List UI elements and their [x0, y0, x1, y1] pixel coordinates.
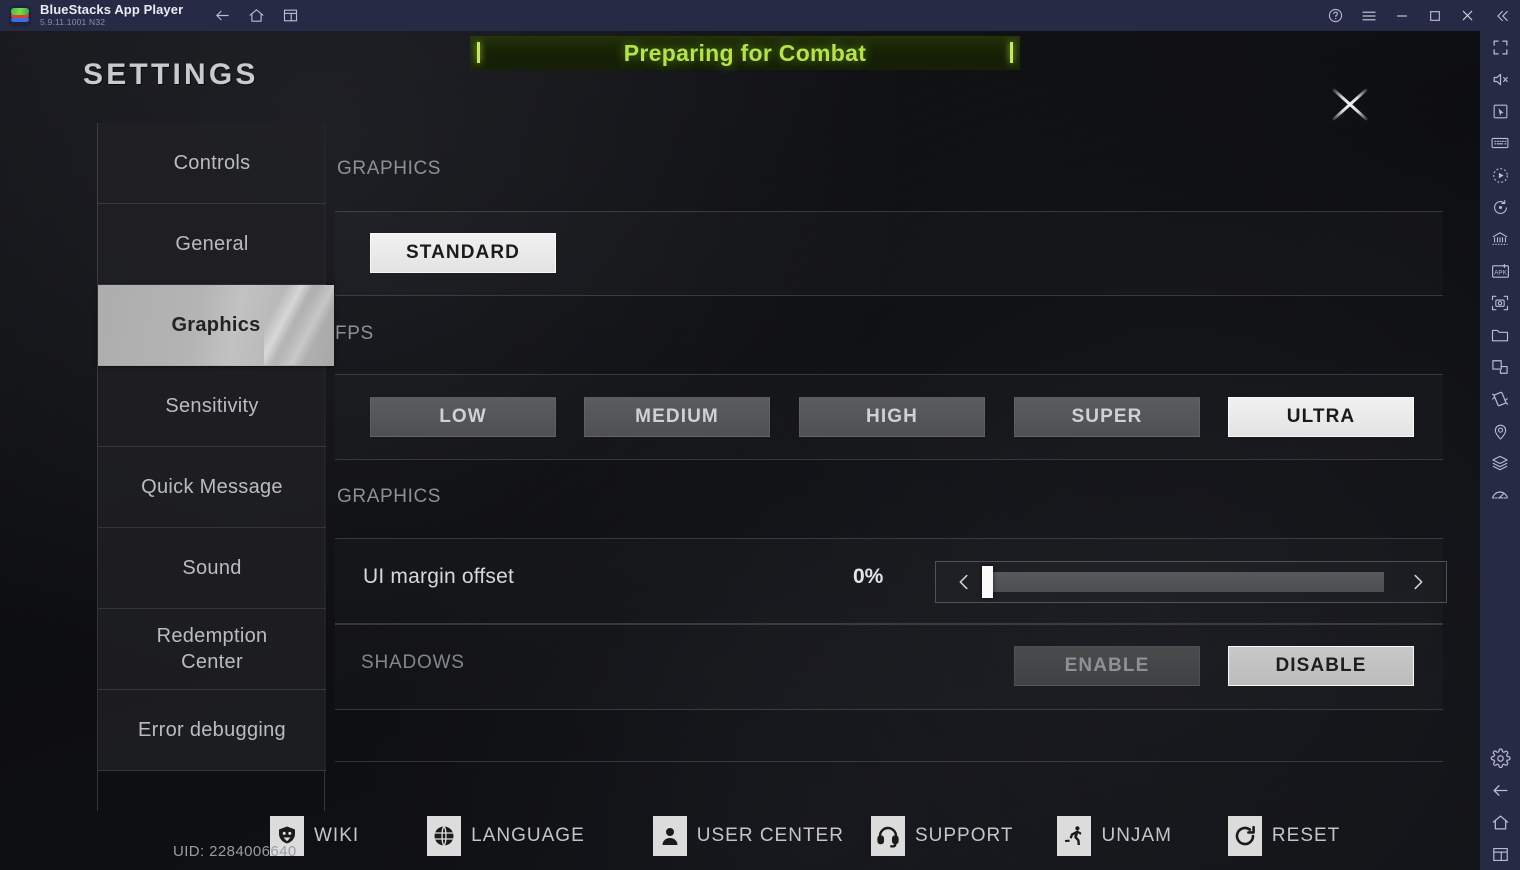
fps-medium-button[interactable]: MEDIUM: [584, 397, 770, 437]
performance-icon[interactable]: [1480, 479, 1520, 511]
ui-margin-offset-slider[interactable]: [935, 561, 1447, 603]
user-center-label: USER CENTER: [696, 825, 844, 846]
combat-status-banner: Preparing for Combat: [470, 36, 1020, 70]
shake-icon[interactable]: [1480, 383, 1520, 415]
page-title: SETTINGS: [83, 58, 259, 91]
ui-margin-offset-label: UI margin offset: [363, 565, 515, 588]
sidebar-home-house-icon[interactable]: [1480, 806, 1520, 838]
fullscreen-icon[interactable]: [1480, 31, 1520, 63]
bluestacks-titlebar: BlueStacks App Player 5.9.11.1001 N32: [0, 0, 1520, 31]
section-heading-graphics-extra: GRAPHICS: [337, 486, 442, 507]
slider-track[interactable]: [982, 566, 1384, 598]
tab-sound[interactable]: Sound: [98, 528, 326, 609]
tab-redemption-center[interactable]: Redemption Center: [98, 609, 326, 690]
mute-icon[interactable]: [1480, 63, 1520, 95]
tab-graphics[interactable]: Graphics: [98, 285, 334, 366]
bluestacks-logo-icon: [9, 4, 31, 27]
fps-low-button[interactable]: LOW: [370, 397, 556, 437]
fps-row: LOW MEDIUM HIGH SUPER ULTRA: [335, 374, 1443, 460]
settings-panel: GRAPHICS STANDARD FPS LOW MEDIUM HIGH SU…: [335, 126, 1447, 786]
ui-margin-offset-row: UI margin offset 0%: [335, 538, 1447, 624]
unjam-button[interactable]: UNJAM: [1057, 816, 1171, 856]
shadows-enable-button[interactable]: ENABLE: [1014, 646, 1200, 686]
reset-button[interactable]: RESET: [1227, 816, 1341, 856]
settings-tab-column: Controls General Graphics Sensitivity Qu…: [97, 123, 334, 811]
language-button[interactable]: LANGUAGE: [427, 816, 585, 856]
shadows-row: SHADOWS ENABLE DISABLE: [335, 624, 1443, 710]
uid-label: UID: 2284006640: [173, 843, 297, 860]
app-name-label: BlueStacks App Player: [40, 2, 184, 17]
keyboard-icon[interactable]: [1480, 127, 1520, 159]
app-version-label: 5.9.11.1001 N32: [40, 17, 106, 27]
tab-label: Controls: [173, 152, 251, 174]
tab-label: Redemption Center: [156, 625, 268, 673]
settings-gear-icon[interactable]: [1480, 742, 1520, 774]
wiki-label: WIKI: [314, 825, 360, 846]
runner-icon: [1057, 816, 1092, 856]
game-viewport: Preparing for Combat SETTINGS Controls G…: [0, 31, 1480, 870]
section-heading-graphics-quality: GRAPHICS: [337, 158, 442, 179]
titlebar-menu-icon[interactable]: [1352, 0, 1385, 31]
titlebar-maximize-icon[interactable]: [1418, 0, 1451, 31]
rotate-icon[interactable]: [1480, 191, 1520, 223]
combat-status-text: Preparing for Combat: [623, 39, 867, 66]
titlebar-back-icon[interactable]: [205, 0, 239, 31]
cursor-icon[interactable]: [1480, 95, 1520, 127]
tab-label: Graphics: [171, 314, 261, 336]
language-label: LANGUAGE: [471, 825, 585, 846]
support-label: SUPPORT: [914, 825, 1014, 846]
layers-icon[interactable]: [1480, 447, 1520, 479]
sidebar-recents-icon[interactable]: [1480, 838, 1520, 870]
support-button[interactable]: SUPPORT: [870, 816, 1014, 856]
titlebar-home-icon[interactable]: [239, 0, 273, 31]
titlebar-multi-instance-icon[interactable]: [273, 0, 307, 31]
user-center-button[interactable]: USER CENTER: [652, 816, 844, 856]
unjam-label: UNJAM: [1101, 825, 1172, 846]
pip-icon[interactable]: [1480, 351, 1520, 383]
shadows-label: SHADOWS: [361, 652, 465, 673]
tab-quick-message[interactable]: Quick Message: [98, 447, 326, 528]
section-heading-fps: FPS: [335, 323, 374, 344]
graphics-quality-standard-button[interactable]: STANDARD: [370, 233, 556, 273]
screenshot-icon[interactable]: [1480, 287, 1520, 319]
install-apk-icon[interactable]: APK: [1480, 255, 1520, 287]
svg-text:APK: APK: [1494, 269, 1507, 276]
shadows-disable-button[interactable]: DISABLE: [1228, 646, 1414, 686]
location-icon[interactable]: [1480, 415, 1520, 447]
tab-general[interactable]: General: [98, 204, 326, 285]
fps-super-button[interactable]: SUPER: [1014, 397, 1200, 437]
titlebar-collapse-sidebar-icon[interactable]: [1484, 0, 1520, 31]
fps-high-button[interactable]: HIGH: [799, 397, 985, 437]
graphics-quality-row: STANDARD: [335, 211, 1443, 296]
tab-controls[interactable]: Controls: [98, 123, 326, 204]
tab-label: Quick Message: [141, 476, 283, 498]
sidebar-back-arrow-icon[interactable]: [1480, 774, 1520, 806]
bluestacks-title-block: BlueStacks App Player 5.9.11.1001 N32: [40, 3, 183, 28]
reset-label: RESET: [1271, 825, 1341, 846]
fps-ultra-button[interactable]: ULTRA: [1228, 397, 1414, 437]
user-icon: [652, 816, 687, 856]
titlebar-help-icon[interactable]: [1319, 0, 1352, 31]
tab-label: Sound: [182, 557, 242, 579]
tab-label: Error debugging: [138, 719, 286, 741]
globe-icon: [427, 816, 462, 856]
headset-icon: [870, 816, 905, 856]
app-root: BlueStacks App Player 5.9.11.1001 N32 Pr…: [0, 0, 1520, 870]
panel-bottom-divider: [335, 761, 1443, 762]
tab-error-debugging[interactable]: Error debugging: [98, 690, 326, 771]
tab-label: General: [175, 233, 249, 255]
bluestacks-tool-sidebar: APK: [1480, 31, 1520, 870]
bottom-toolbar: WIKI LANGUAGE USER CENTER SUPPORT UNJAM …: [270, 814, 1350, 858]
slider-thumb[interactable]: [982, 566, 993, 598]
multi-instance-sync-icon[interactable]: [1480, 223, 1520, 255]
titlebar-close-icon[interactable]: [1451, 0, 1484, 31]
macro-record-icon[interactable]: [1480, 159, 1520, 191]
ui-margin-offset-value: 0%: [853, 565, 884, 588]
chevron-right-icon[interactable]: [1390, 562, 1446, 602]
media-folder-icon[interactable]: [1480, 319, 1520, 351]
tab-label: Sensitivity: [165, 395, 259, 417]
reset-refresh-icon: [1227, 816, 1262, 856]
tab-sensitivity[interactable]: Sensitivity: [98, 366, 326, 447]
titlebar-minimize-icon[interactable]: [1385, 0, 1418, 31]
